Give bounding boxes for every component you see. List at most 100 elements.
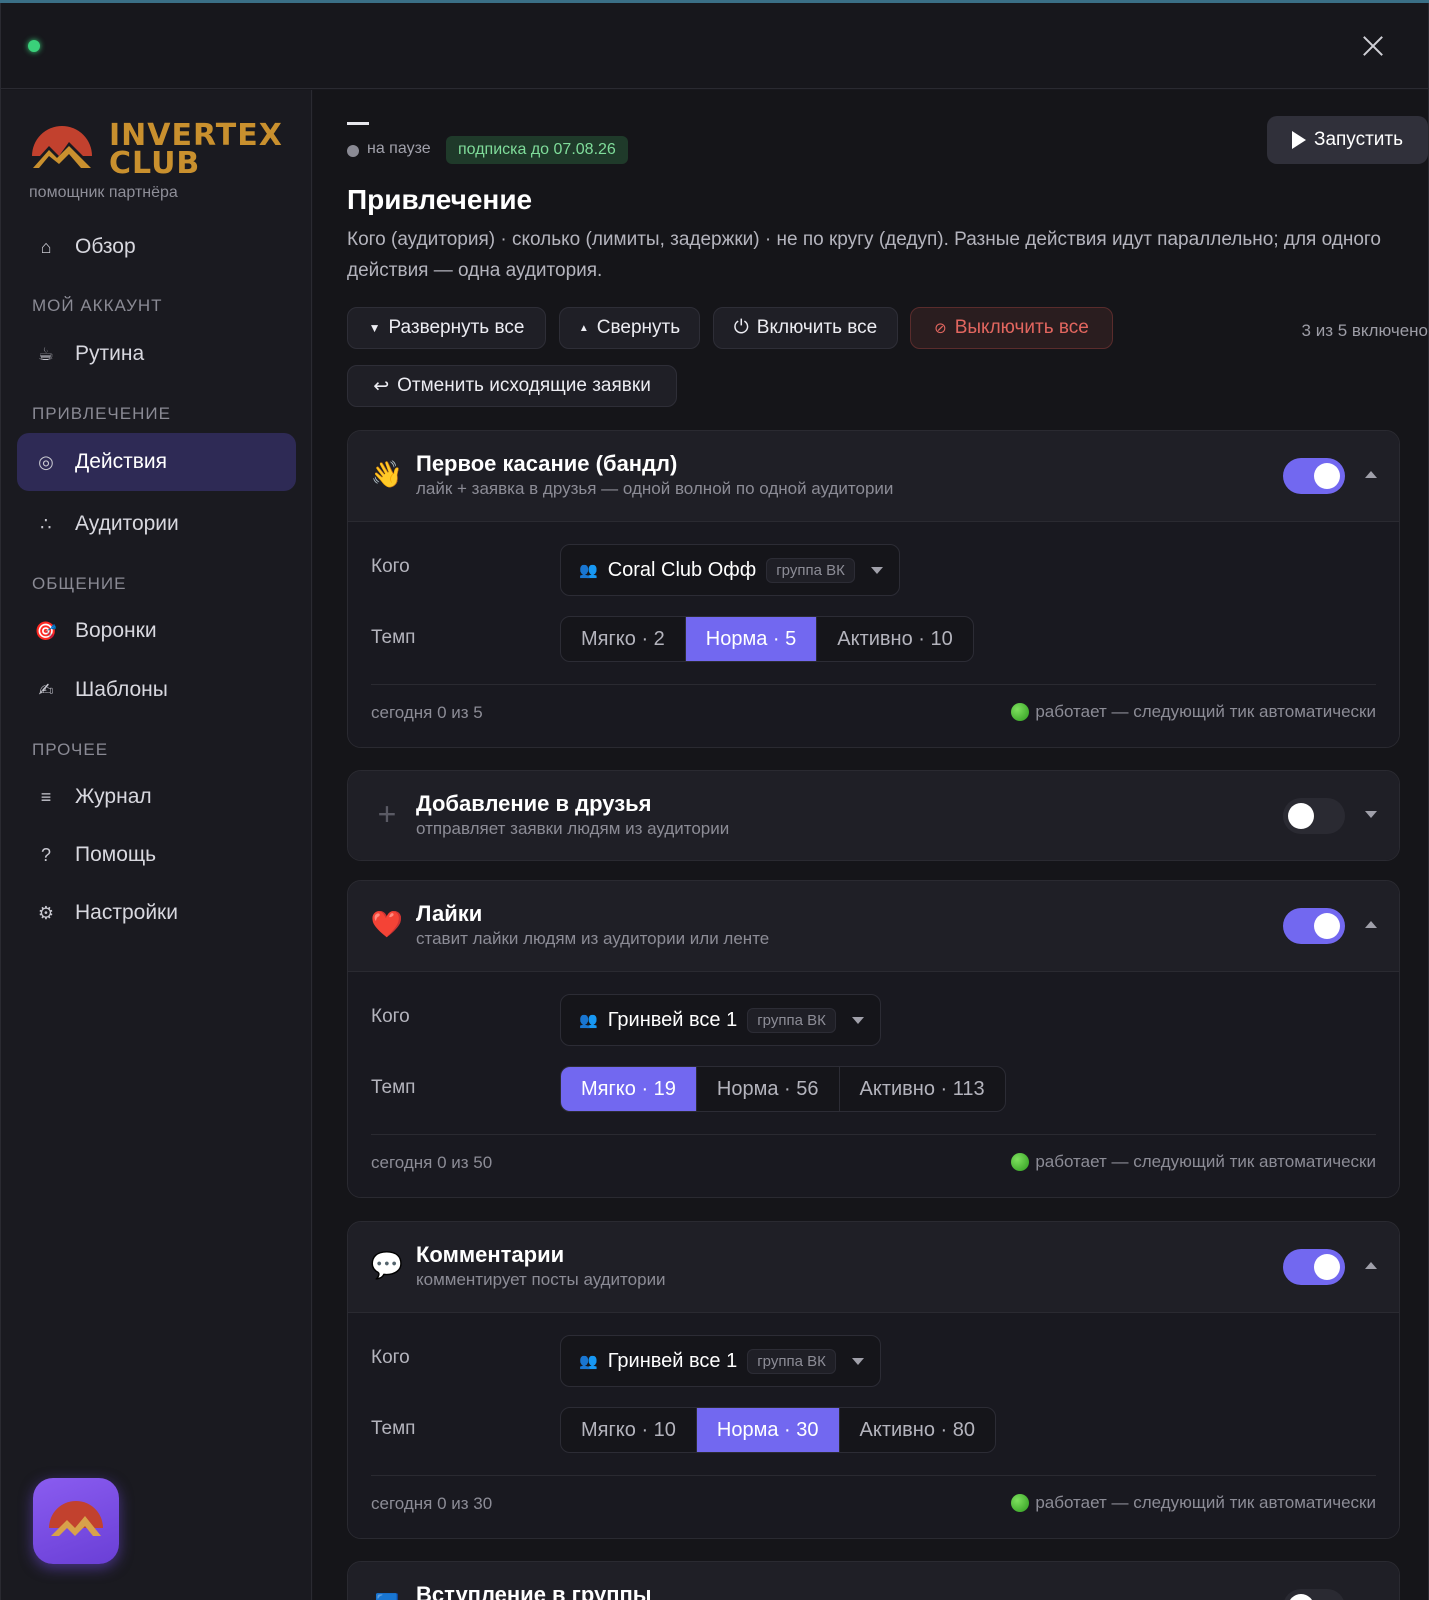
pace-option-soft[interactable]: Мягко · 10 bbox=[561, 1408, 697, 1452]
brand-logo[interactable]: INVERTEX CLUB bbox=[29, 118, 289, 188]
today-count: сегодня 0 из 5 bbox=[371, 703, 483, 722]
pace-option-normal[interactable]: Норма · 56 bbox=[697, 1067, 840, 1111]
mountain-logo-icon bbox=[29, 126, 95, 168]
nav-section-other: ПРОЧЕЕ bbox=[32, 740, 109, 759]
toggle-knob bbox=[1288, 803, 1314, 829]
card-subtitle: ставит лайки людям из аудитории или лент… bbox=[416, 929, 770, 948]
cancel-requests-button[interactable]: ↩ Отменить исходящие заявки bbox=[347, 365, 677, 407]
card-title: Комментарии bbox=[416, 1242, 565, 1267]
pace-option-normal[interactable]: Норма · 30 bbox=[696, 1408, 840, 1452]
collapse-button[interactable]: ▲ Свернуть bbox=[559, 307, 700, 349]
mountain-logo-icon bbox=[49, 1501, 103, 1536]
sidebar-item-templates[interactable]: ✍ Шаблоны bbox=[17, 661, 296, 719]
card-body: Кого 👥 Гринвей все 1 группа ВК Темп Мягк… bbox=[348, 971, 1399, 1197]
people-icon: 👥 bbox=[579, 1012, 598, 1029]
card-header[interactable]: ❤️ Лайки ставит лайки людям из аудитории… bbox=[348, 881, 1399, 971]
card-title: Лайки bbox=[416, 901, 483, 926]
enable-all-label: Включить все bbox=[756, 317, 878, 338]
sidebar-item-label: Журнал bbox=[75, 785, 152, 808]
card-subtitle: комментирует посты аудитории bbox=[416, 1270, 666, 1289]
writing-hand-icon: ✍ bbox=[38, 679, 54, 700]
today-count: сегодня 0 из 50 bbox=[371, 1153, 493, 1172]
expand-all-label: Развернуть все bbox=[388, 317, 525, 338]
sidebar-item-settings[interactable]: ⚙ Настройки bbox=[17, 884, 296, 942]
brand-line2: CLUB bbox=[109, 146, 201, 181]
enable-all-button[interactable]: ⏻ Включить все bbox=[713, 307, 898, 349]
chevron-up-icon[interactable] bbox=[1365, 1262, 1377, 1269]
pace-selector: Мягко · 10 Норма · 30 Активно · 80 bbox=[560, 1407, 996, 1453]
pace-label: Темп bbox=[371, 627, 416, 648]
action-toggle[interactable] bbox=[1283, 908, 1345, 944]
sidebar-item-label: Обзор bbox=[75, 235, 136, 258]
dots-icon: ∴ bbox=[40, 513, 52, 534]
online-indicator bbox=[28, 40, 40, 52]
sidebar-item-actions[interactable]: ◎ Действия bbox=[17, 433, 296, 491]
app-launcher-button[interactable] bbox=[33, 1478, 119, 1564]
action-toggle[interactable] bbox=[1283, 458, 1345, 494]
pace-option-active[interactable]: Активно · 113 bbox=[840, 1067, 1005, 1111]
collapse-label: Свернуть bbox=[596, 317, 681, 338]
working-status-text: работает — следующий тик автоматически bbox=[1035, 1152, 1376, 1171]
pace-option-normal[interactable]: Норма · 5 bbox=[685, 617, 818, 661]
page-description: Кого (аудитория) · сколько (лимиты, заде… bbox=[347, 229, 1381, 281]
sidebar-item-label: Помощь bbox=[75, 843, 157, 866]
close-icon[interactable] bbox=[1358, 31, 1388, 61]
status-text: на паузе bbox=[367, 140, 431, 157]
title-bar bbox=[1, 3, 1428, 89]
action-toggle[interactable] bbox=[1283, 1249, 1345, 1285]
toggle-knob bbox=[1314, 1254, 1340, 1280]
stop-icon: ⊘ bbox=[934, 320, 947, 337]
chevron-up-icon[interactable] bbox=[1365, 471, 1377, 478]
audience-select[interactable]: 👥 Гринвей все 1 группа ВК bbox=[560, 1335, 881, 1387]
card-header[interactable]: 🟦 Вступление в группы bbox=[348, 1562, 1399, 1600]
pace-option-active[interactable]: Активно · 80 bbox=[840, 1408, 995, 1452]
waving-hand-icon: 👋 bbox=[370, 459, 404, 489]
divider bbox=[371, 1475, 1376, 1476]
pause-indicator bbox=[347, 145, 359, 157]
pace-option-soft[interactable]: Мягко · 19 bbox=[561, 1067, 697, 1111]
toggle-knob bbox=[1314, 913, 1340, 939]
action-card-join-groups: 🟦 Вступление в группы bbox=[347, 1561, 1400, 1600]
card-header[interactable]: 💬 Комментарии комментирует посты аудитор… bbox=[348, 1222, 1399, 1312]
caret-up-icon: ▲ bbox=[578, 322, 589, 334]
audience-select[interactable]: 👥 Гринвей все 1 группа ВК bbox=[560, 994, 881, 1046]
action-toggle[interactable] bbox=[1283, 798, 1345, 834]
expand-all-button[interactable]: ▼ Развернуть все bbox=[347, 307, 546, 349]
sidebar-item-help[interactable]: ? Помощь bbox=[17, 826, 296, 884]
speech-bubble-icon: 💬 bbox=[370, 1250, 404, 1280]
nav-section-account: МОЙ АККАУНТ bbox=[32, 296, 163, 315]
green-circle-icon bbox=[1011, 1153, 1030, 1171]
audience-select[interactable]: 👥 Coral Club Офф группа ВК bbox=[560, 544, 900, 596]
chevron-up-icon[interactable] bbox=[1365, 921, 1377, 928]
chevron-down-icon bbox=[870, 566, 883, 574]
pace-option-soft[interactable]: Мягко · 2 bbox=[561, 617, 686, 661]
subscription-badge: подписка до 07.08.26 bbox=[446, 136, 628, 164]
card-title: Первое касание (бандл) bbox=[416, 451, 678, 476]
action-card-add-friends: + Добавление в друзья отправляет заявки … bbox=[347, 770, 1400, 861]
card-header[interactable]: 👋 Первое касание (бандл) лайк + заявка в… bbox=[348, 431, 1399, 521]
nav-section-attraction: ПРИВЛЕЧЕНИЕ bbox=[32, 404, 171, 423]
action-toggle[interactable] bbox=[1283, 1589, 1345, 1600]
audience-name: Гринвей все 1 bbox=[607, 1008, 738, 1031]
card-subtitle: лайк + заявка в друзья — одной волной по… bbox=[416, 479, 894, 498]
sidebar-item-routine[interactable]: ☕ Рутина bbox=[17, 325, 296, 383]
green-circle-icon bbox=[1011, 703, 1030, 721]
working-status: работает — следующий тик автоматически bbox=[1011, 1493, 1376, 1513]
disable-all-label: Выключить все bbox=[954, 317, 1089, 338]
sidebar-item-overview[interactable]: ⌂ Обзор bbox=[17, 218, 296, 276]
run-button[interactable]: Запустить bbox=[1267, 116, 1428, 164]
home-icon: ⌂ bbox=[40, 236, 52, 257]
sidebar-item-log[interactable]: ≡ Журнал bbox=[17, 768, 296, 826]
card-header[interactable]: + Добавление в друзья отправляет заявки … bbox=[348, 771, 1399, 860]
status-dash bbox=[347, 122, 369, 125]
disable-all-button[interactable]: ⊘ Выключить все bbox=[910, 307, 1113, 349]
audience-type-tag: группа ВК bbox=[747, 1007, 836, 1033]
dart-icon: 🎯 bbox=[34, 620, 58, 641]
sidebar-item-audiences[interactable]: ∴ Аудитории bbox=[17, 495, 296, 553]
pace-option-active[interactable]: Активно · 10 bbox=[817, 617, 972, 661]
sidebar-item-funnels[interactable]: 🎯 Воронки bbox=[17, 602, 296, 660]
sidebar-item-label: Настройки bbox=[75, 901, 178, 924]
chevron-down-icon[interactable] bbox=[1365, 811, 1377, 818]
sidebar-item-label: Воронки bbox=[75, 619, 157, 642]
heart-icon: ❤️ bbox=[370, 909, 404, 939]
